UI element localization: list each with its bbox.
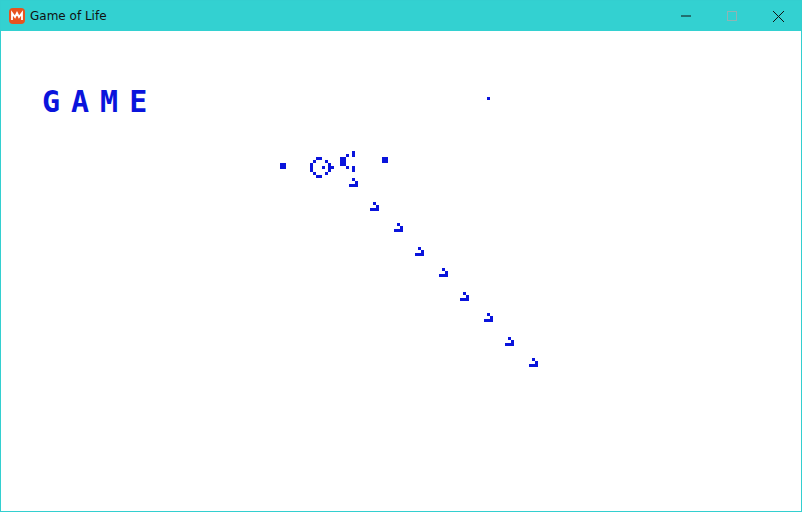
live-cell — [532, 358, 535, 361]
live-cell — [460, 298, 463, 301]
live-cell — [352, 166, 355, 169]
live-cell — [352, 178, 355, 181]
live-cell — [283, 166, 286, 169]
live-cell — [484, 319, 487, 322]
live-cell — [463, 292, 466, 295]
live-cell — [487, 97, 490, 100]
live-cell — [352, 184, 355, 187]
live-cell — [385, 160, 388, 163]
live-cell — [343, 160, 346, 163]
live-cell — [532, 364, 535, 367]
live-cell — [325, 172, 328, 175]
live-cell — [442, 274, 445, 277]
minimize-icon — [681, 11, 691, 21]
live-cell — [397, 229, 400, 232]
live-cell — [394, 229, 397, 232]
game-canvas[interactable]: GAME — [1, 31, 801, 511]
live-cell — [400, 226, 403, 229]
live-cell — [328, 163, 331, 166]
live-cell — [310, 163, 313, 166]
live-cell — [490, 319, 493, 322]
live-cell — [373, 208, 376, 211]
live-cell — [376, 205, 379, 208]
live-cell — [340, 163, 343, 166]
live-cell — [352, 169, 355, 172]
live-cell — [346, 154, 349, 157]
live-cell — [487, 313, 490, 316]
live-cell — [376, 208, 379, 211]
live-cell — [445, 271, 448, 274]
live-cell — [283, 163, 286, 166]
live-cell — [505, 343, 508, 346]
live-cell — [421, 253, 424, 256]
live-cell — [445, 274, 448, 277]
live-cell — [310, 169, 313, 172]
live-cell — [442, 268, 445, 271]
live-cell — [346, 166, 349, 169]
live-cell — [316, 175, 319, 178]
live-cell — [511, 340, 514, 343]
live-cell — [508, 343, 511, 346]
live-cell — [508, 337, 511, 340]
live-cell — [316, 157, 319, 160]
live-cell — [421, 250, 424, 253]
live-cell — [535, 364, 538, 367]
maximize-button[interactable] — [709, 1, 755, 31]
live-cell — [319, 175, 322, 178]
live-cell — [343, 157, 346, 160]
live-cell — [415, 253, 418, 256]
live-cell — [400, 229, 403, 232]
live-cell — [490, 316, 493, 319]
live-cell — [280, 163, 283, 166]
live-cell — [382, 157, 385, 160]
game-label: GAME — [42, 87, 801, 117]
live-cell — [463, 298, 466, 301]
live-cell — [355, 181, 358, 184]
live-cell — [328, 169, 331, 172]
live-cell — [466, 295, 469, 298]
live-cell — [322, 166, 325, 169]
live-cell — [319, 157, 322, 160]
maximize-icon — [727, 11, 737, 21]
live-cell — [331, 166, 334, 169]
live-cell — [373, 202, 376, 205]
live-cell — [529, 364, 532, 367]
live-cell — [370, 208, 373, 211]
window-controls — [663, 1, 801, 31]
monogame-logo-icon — [9, 8, 25, 24]
live-cell — [535, 361, 538, 364]
live-cell — [328, 166, 331, 169]
live-cell — [418, 247, 421, 250]
app-window: Game of Life GAME — [0, 0, 802, 512]
live-cell — [313, 172, 316, 175]
close-button[interactable] — [755, 1, 801, 31]
minimize-button[interactable] — [663, 1, 709, 31]
live-cell — [487, 319, 490, 322]
live-cell — [418, 253, 421, 256]
window-title: Game of Life — [30, 9, 663, 23]
live-cell — [343, 163, 346, 166]
live-cell — [382, 160, 385, 163]
live-cell — [397, 223, 400, 226]
live-cell — [385, 157, 388, 160]
live-cell — [313, 160, 316, 163]
live-cell — [439, 274, 442, 277]
live-cell — [325, 160, 328, 163]
live-cell — [355, 184, 358, 187]
live-cell — [340, 160, 343, 163]
live-cell — [349, 184, 352, 187]
live-cell — [340, 157, 343, 160]
live-cell — [511, 343, 514, 346]
title-bar[interactable]: Game of Life — [1, 1, 801, 31]
close-icon — [773, 11, 784, 22]
live-cell — [280, 166, 283, 169]
live-cell — [466, 298, 469, 301]
live-cell — [352, 151, 355, 154]
live-cell — [310, 166, 313, 169]
live-cell — [352, 154, 355, 157]
